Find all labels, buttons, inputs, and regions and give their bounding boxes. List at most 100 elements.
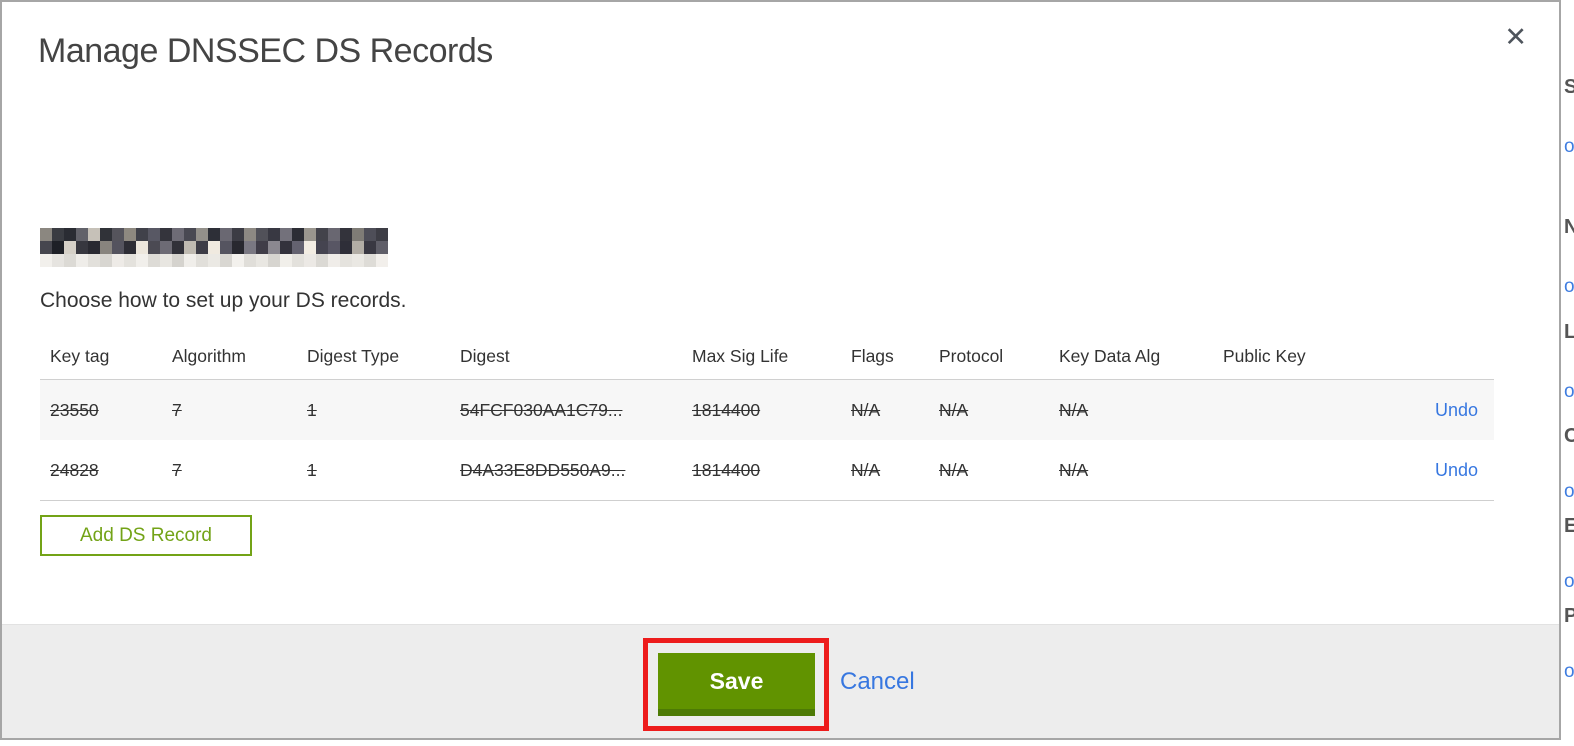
cell-flags: N/A <box>851 459 881 480</box>
page-edge-text-fragment: o <box>1564 571 1574 592</box>
mosaic-cell <box>76 241 88 254</box>
column-header-protocol: Protocol <box>939 346 1004 366</box>
mosaic-cell <box>232 228 244 241</box>
mosaic-cell <box>232 241 244 254</box>
column-header-key-data-alg: Key Data Alg <box>1059 346 1161 366</box>
cell-protocol: N/A <box>939 459 969 480</box>
mosaic-cell <box>88 254 100 267</box>
mosaic-cell <box>208 241 220 254</box>
cell-key-tag: 24828 <box>50 459 99 480</box>
column-header-max-sig-life: Max Sig Life <box>692 346 789 366</box>
instruction-text: Choose how to set up your DS records. <box>40 289 407 312</box>
mosaic-cell <box>208 228 220 241</box>
cell-max-sig-life: 1814400 <box>692 399 761 420</box>
page-title: Manage DNSSEC DS Records <box>38 32 493 70</box>
mosaic-cell <box>292 241 304 254</box>
mosaic-cell <box>52 241 64 254</box>
mosaic-cell <box>280 241 292 254</box>
mosaic-cell <box>340 228 352 241</box>
column-header-key-tag: Key tag <box>50 346 110 366</box>
cell-key-tag: 23550 <box>50 399 99 420</box>
page-edge-text-fragment: C <box>1564 425 1574 447</box>
mosaic-cell <box>304 254 316 267</box>
cell-protocol: N/A <box>939 399 969 420</box>
mosaic-cell <box>364 241 376 254</box>
mosaic-cell <box>40 241 52 254</box>
mosaic-cell <box>112 228 124 241</box>
cell-digest: 54FCF030AA1C79... <box>460 399 623 420</box>
table-row: 23550 7 1 54FCF030AA1C79... 1814400 N/A … <box>40 380 1494 440</box>
cell-max-sig-life: 1814400 <box>692 459 761 480</box>
table-header-row: Key tag Algorithm Digest Type Digest Max… <box>40 334 1494 379</box>
mosaic-cell <box>148 254 160 267</box>
mosaic-cell <box>220 241 232 254</box>
mosaic-cell <box>184 241 196 254</box>
cell-digest: D4A33E8DD550A9... <box>460 459 626 480</box>
column-header-public-key: Public Key <box>1223 346 1306 366</box>
mosaic-cell <box>40 254 52 267</box>
mosaic-row <box>40 241 388 254</box>
cell-digest-type: 1 <box>307 459 317 480</box>
undo-link[interactable]: Undo <box>1435 400 1478 420</box>
mosaic-cell <box>328 228 340 241</box>
cell-algorithm: 7 <box>172 459 182 480</box>
mosaic-cell <box>244 228 256 241</box>
mosaic-cell <box>76 254 88 267</box>
cell-key-data-alg: N/A <box>1059 399 1089 420</box>
page-edge-text-fragment: S <box>1564 76 1574 98</box>
mosaic-cell <box>148 228 160 241</box>
mosaic-cell <box>340 254 352 267</box>
mosaic-cell <box>316 254 328 267</box>
mosaic-cell <box>280 228 292 241</box>
mosaic-cell <box>172 254 184 267</box>
save-button[interactable]: Save <box>658 653 815 716</box>
mosaic-cell <box>244 254 256 267</box>
mosaic-cell <box>136 228 148 241</box>
mosaic-cell <box>268 254 280 267</box>
mosaic-cell <box>172 241 184 254</box>
mosaic-cell <box>220 228 232 241</box>
mosaic-cell <box>328 254 340 267</box>
mosaic-cell <box>352 241 364 254</box>
page-edge-text-fragment: o <box>1564 276 1574 297</box>
page-edge-text-fragment: o <box>1564 381 1574 402</box>
mosaic-row <box>40 254 388 267</box>
table-body: 23550 7 1 54FCF030AA1C79... 1814400 N/A … <box>40 379 1494 501</box>
mosaic-cell <box>256 228 268 241</box>
mosaic-cell <box>112 241 124 254</box>
mosaic-cell <box>136 241 148 254</box>
mosaic-cell <box>376 228 388 241</box>
mosaic-cell <box>148 241 160 254</box>
manage-dnssec-ds-records-dialog: Manage DNSSEC DS Records ✕ Choose how to… <box>0 0 1561 740</box>
page-edge-text-fragment: P <box>1564 605 1574 627</box>
page-edge-text-fragment: o <box>1564 661 1574 682</box>
mosaic-cell <box>40 228 52 241</box>
mosaic-cell <box>64 241 76 254</box>
page-edge-text-fragment: o <box>1564 136 1574 157</box>
mosaic-cell <box>376 254 388 267</box>
mosaic-cell <box>124 254 136 267</box>
mosaic-cell <box>160 241 172 254</box>
mosaic-cell <box>52 254 64 267</box>
undo-link[interactable]: Undo <box>1435 460 1478 480</box>
mosaic-cell <box>232 254 244 267</box>
cell-flags: N/A <box>851 399 881 420</box>
mosaic-cell <box>268 228 280 241</box>
mosaic-cell <box>316 241 328 254</box>
mosaic-cell <box>208 254 220 267</box>
ds-records-table: Key tag Algorithm Digest Type Digest Max… <box>40 334 1494 501</box>
mosaic-cell <box>340 241 352 254</box>
mosaic-cell <box>220 254 232 267</box>
add-ds-record-button[interactable]: Add DS Record <box>40 515 252 556</box>
table-row: 24828 7 1 D4A33E8DD550A9... 1814400 N/A … <box>40 440 1494 500</box>
mosaic-cell <box>64 228 76 241</box>
cancel-link[interactable]: Cancel <box>840 668 915 696</box>
underlying-page-edge: SoNoLoCoEoPo <box>1563 0 1574 746</box>
mosaic-cell <box>160 254 172 267</box>
close-icon[interactable]: ✕ <box>1504 24 1527 51</box>
mosaic-cell <box>328 241 340 254</box>
mosaic-cell <box>244 241 256 254</box>
mosaic-cell <box>292 254 304 267</box>
mosaic-cell <box>64 254 76 267</box>
mosaic-cell <box>124 228 136 241</box>
